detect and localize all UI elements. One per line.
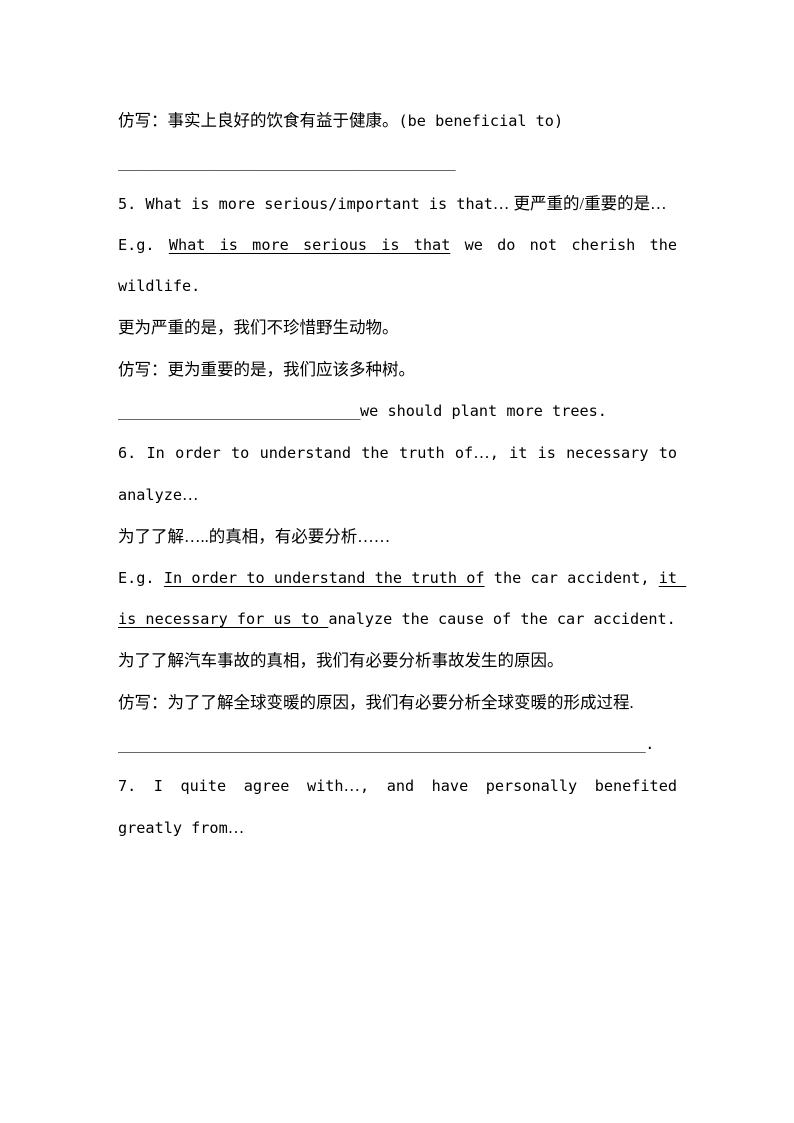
item-6-eg-label: E.g.	[118, 569, 164, 587]
item-5-answer-line[interactable]: ____________________________we should pl…	[118, 391, 677, 432]
item-6-eg-remainder: analyze the cause of the car accident.	[328, 610, 676, 628]
imitate-line-4: 仿写：事实上良好的饮食有益于健康。(be beneficial to)	[118, 100, 677, 142]
item-5-imitate-prompt: 仿写：更为重要的是，我们应该多种树。	[118, 349, 677, 391]
imitate-4-chinese: 仿写：事实上良好的饮食有益于健康。	[118, 111, 399, 130]
item-6-eg-underlined-phrase-1: In order to understand the truth of	[163, 569, 485, 587]
item-5-example: E.g. What is more serious is that we do …	[118, 225, 677, 307]
item-5-translation-text: 更为严重的是，我们不珍惜野生动物。	[118, 318, 399, 337]
item-5-eg-label: E.g.	[118, 236, 169, 254]
item-5-answer-tail: we should plant more trees.	[360, 402, 607, 420]
item-6-heading: 6. In order to understand the truth of…,…	[118, 432, 677, 516]
answer-blank-4-underscores: _______________________________________	[118, 153, 456, 171]
item-7-english-a: 7. I quite agree with	[118, 777, 344, 795]
item-5-answer-underscores: ____________________________	[118, 402, 361, 420]
document-content: 仿写：事实上良好的饮食有益于健康。(be beneficial to) ____…	[118, 100, 677, 849]
item-5-chinese: … 更严重的/重要的是…	[492, 194, 667, 213]
item-6-template-text: 为了了解…..的真相，有必要分析……	[118, 527, 391, 546]
item-5-translation: 更为严重的是，我们不珍惜野生动物。	[118, 307, 677, 349]
imitate-4-hint: (be beneficial to)	[398, 112, 564, 130]
answer-blank-4[interactable]: _______________________________________	[118, 142, 677, 183]
item-6-translation: 为了了解汽车事故的真相，我们有必要分析事故发生的原因。	[118, 640, 677, 682]
item-6-eg-middle: the car accident,	[484, 569, 659, 587]
item-6-answer-line[interactable]: ________________________________________…	[118, 724, 677, 765]
item-7-heading: 7. I quite agree with…, and have persona…	[118, 765, 677, 849]
item-5-english: 5. What is more serious/important is tha…	[118, 195, 493, 213]
item-6-template: 为了了解…..的真相，有必要分析……	[118, 516, 677, 558]
item-6-imitate-prompt: 仿写：为了了解全球变暖的原因，我们有必要分析全球变暖的形成过程.	[118, 682, 677, 724]
item-7-ellipsis-b: …	[227, 818, 245, 837]
item-6-imitate-text: 仿写：为了了解全球变暖的原因，我们有必要分析全球变暖的形成过程.	[118, 693, 634, 712]
item-6-answer-underscores: ________________________________________…	[118, 735, 654, 753]
item-6-example: E.g. In order to understand the truth of…	[118, 558, 677, 640]
item-7-ellipsis-a: …	[343, 776, 361, 795]
item-6-translation-text: 为了了解汽车事故的真相，我们有必要分析事故发生的原因。	[118, 651, 564, 670]
item-5-heading: 5. What is more serious/important is tha…	[118, 183, 677, 225]
item-5-eg-underlined-phrase: What is more serious is that	[168, 236, 451, 254]
item-5-imitate-text: 仿写：更为重要的是，我们应该多种树。	[118, 360, 415, 379]
item-6-ellipsis-a: …	[473, 443, 490, 462]
item-6-ellipsis-b: …	[182, 485, 199, 504]
item-6-english-a: 6. In order to understand the truth of	[118, 444, 474, 462]
document-page: 仿写：事实上良好的饮食有益于健康。(be beneficial to) ____…	[0, 0, 794, 1123]
